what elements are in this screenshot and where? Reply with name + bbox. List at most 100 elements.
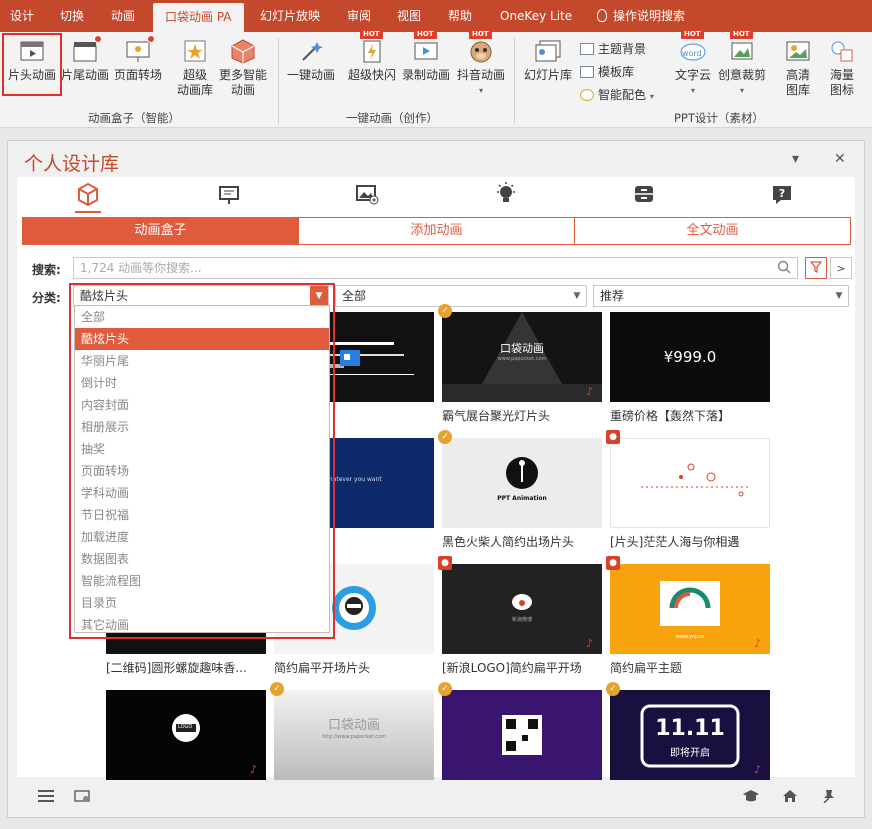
- thumbnail-double-eleven[interactable]: 11.11 即将开启 ♪: [610, 690, 770, 780]
- panel-title: 个人设计库: [24, 153, 120, 175]
- creative-crop-button[interactable]: HOT 创意裁剪 ▾: [716, 30, 768, 98]
- tab-storage-icon[interactable]: [632, 181, 656, 207]
- cube-icon: [229, 38, 257, 64]
- chevron-right-icon: >: [836, 262, 846, 275]
- thumbnail-logo-black[interactable]: LOGO ♪: [106, 690, 266, 780]
- thumbnail-pocket-silver[interactable]: 口袋动画 http://www.papocket.com: [274, 690, 434, 780]
- thumbnail-caption: [片头]茫茫人海与你相遇: [610, 535, 740, 549]
- thumbnail-caption: [新浪LOGO]简约扁平开场: [442, 661, 582, 675]
- tab-add-image-icon[interactable]: [355, 181, 379, 207]
- subcategory-select-value: 全部: [342, 289, 367, 303]
- super-animation-library-button[interactable]: 超级 动画库: [172, 38, 218, 98]
- segment-animation-box[interactable]: 动画盒子: [23, 218, 298, 244]
- icon-library-button[interactable]: 海量 图标: [822, 38, 862, 98]
- thumbnail-stickman[interactable]: PPT Animation: [442, 438, 602, 528]
- smart-color-button[interactable]: 智能配色 ▾: [580, 86, 654, 103]
- hot-badge: HOT: [360, 30, 383, 39]
- thumbnail-price-drop[interactable]: ¥999.0: [610, 312, 770, 402]
- tiktok-animation-label: 抖音动画: [456, 68, 505, 82]
- menu-icon[interactable]: [38, 789, 54, 806]
- monkey-icon: HOT: [467, 30, 495, 64]
- sort-select-value: 推荐: [600, 289, 625, 303]
- group-separator: [278, 38, 279, 124]
- thumbnail-weibo-logo[interactable]: 新浪微博 ♪: [442, 564, 602, 654]
- search-icon[interactable]: [777, 260, 791, 277]
- tab-search-help-label: 操作说明搜索: [613, 9, 686, 23]
- landscape-image-icon: [784, 38, 812, 64]
- intro-animation-highlight: [2, 33, 62, 96]
- tab-animation-box-icon[interactable]: [76, 181, 100, 207]
- dropdown-caret-icon: ▾: [478, 86, 483, 95]
- template-library-label: 模板库: [598, 65, 635, 79]
- page-transition-button[interactable]: 页面转场: [112, 35, 164, 83]
- panel-close-button[interactable]: ✕: [834, 151, 846, 167]
- slide-library-button[interactable]: 幻灯片库: [520, 38, 576, 83]
- category-label: 分类:: [32, 291, 61, 305]
- thumbnail-circles[interactable]: [610, 438, 770, 528]
- ribbon: 片头动画 片尾动画 页面转场 超级 动画库 更多智能 动画 动画盒子（智能） 一…: [0, 30, 872, 128]
- tab-view[interactable]: 视图: [397, 0, 421, 32]
- segment-add-animation[interactable]: 添加动画: [298, 218, 574, 244]
- thumbnail-text: PPT Animation: [497, 495, 547, 502]
- super-flash-button[interactable]: HOT 超级快闪: [346, 30, 398, 83]
- more-smart-animation-button[interactable]: 更多智能 动画: [216, 38, 270, 98]
- thumbnail-text: http://www.papocket.com: [322, 734, 386, 740]
- smart-color-label: 智能配色: [598, 88, 647, 102]
- tab-search-help[interactable]: 操作说明搜索: [597, 0, 685, 32]
- next-button[interactable]: >: [830, 257, 852, 279]
- tab-review[interactable]: 审阅: [347, 0, 371, 32]
- graduation-cap-icon[interactable]: [742, 789, 760, 806]
- hd-image-library-button[interactable]: 高清 图库: [778, 38, 818, 98]
- tab-help-icon[interactable]: ?: [770, 181, 794, 207]
- word-cloud-icon: HOT word: [679, 30, 707, 64]
- thumbnail-spotlight[interactable]: 口袋动画 www.papocket.com ♪: [442, 312, 602, 402]
- palette-icon: [580, 89, 594, 101]
- tab-onekey-lite[interactable]: OneKey Lite: [500, 0, 572, 32]
- theme-background-label: 主题背景: [598, 42, 647, 56]
- clapper-icon: [71, 35, 102, 64]
- record-screen-icon: HOT: [412, 30, 440, 64]
- tab-idea-icon[interactable]: [494, 181, 518, 207]
- tab-help[interactable]: 帮助: [448, 0, 472, 32]
- thumbnail-flat-theme[interactable]: www.ynj.cn ♪: [610, 564, 770, 654]
- active-icon-tab-indicator: [75, 211, 101, 213]
- thumbnail-text: 口袋动画: [500, 342, 544, 355]
- subcategory-select[interactable]: 全部 ▼: [335, 285, 587, 307]
- check-badge-icon: ✓: [270, 682, 284, 696]
- svg-text:?: ?: [779, 187, 785, 200]
- one-key-animation-label: 一键动画: [286, 68, 335, 82]
- chevron-down-icon: ▼: [835, 291, 843, 301]
- outro-animation-button[interactable]: 片尾动画: [60, 35, 110, 83]
- tab-pocket-animation[interactable]: 口袋动画 PA: [153, 3, 244, 32]
- panel-menu-button[interactable]: ▾: [792, 151, 799, 167]
- group-label-animation-box: 动画盒子（智能）: [88, 111, 180, 125]
- thumbnail-text: www.ynj.cn: [675, 634, 705, 640]
- tab-transitions[interactable]: 切换: [60, 0, 84, 32]
- one-key-animation-button[interactable]: 一键动画: [284, 38, 338, 83]
- template-library-button[interactable]: 模板库: [580, 63, 634, 80]
- dropdown-caret-icon: ▾: [739, 86, 744, 95]
- tab-design[interactable]: 设计: [10, 0, 34, 32]
- thumbnail-text: 口袋动画: [327, 718, 380, 733]
- search-input[interactable]: 1,724 动画等你搜索...: [73, 257, 798, 279]
- music-note-icon: ♪: [754, 763, 762, 776]
- filter-button[interactable]: [805, 257, 827, 279]
- theme-background-button[interactable]: 主题背景: [580, 40, 646, 57]
- tab-slide-template-icon[interactable]: [217, 181, 241, 207]
- thumbnail-caption: 简约扁平开场片头: [274, 661, 371, 675]
- word-cloud-button[interactable]: HOT word 文字云 ▾: [670, 30, 716, 98]
- group-separator: [514, 38, 515, 124]
- segment-full-text-animation[interactable]: 全文动画: [574, 218, 850, 244]
- tiktok-animation-button[interactable]: HOT 抖音动画 ▾: [454, 30, 508, 98]
- record-animation-button[interactable]: HOT 录制动画: [400, 30, 452, 83]
- sort-select[interactable]: 推荐 ▼: [593, 285, 849, 307]
- pin-icon[interactable]: [820, 789, 836, 806]
- home-icon[interactable]: [782, 789, 798, 806]
- thumbnail-text: 11.11: [655, 716, 725, 741]
- thumbnail-caption: 重磅价格【轰然下落】: [610, 409, 731, 423]
- hot-badge: HOT: [730, 30, 753, 39]
- thumbnail-qrcode-purple[interactable]: [442, 690, 602, 780]
- tab-slideshow[interactable]: 幻灯片放映: [260, 0, 320, 32]
- inbox-icon[interactable]: [74, 789, 90, 806]
- tab-animations[interactable]: 动画: [111, 0, 135, 32]
